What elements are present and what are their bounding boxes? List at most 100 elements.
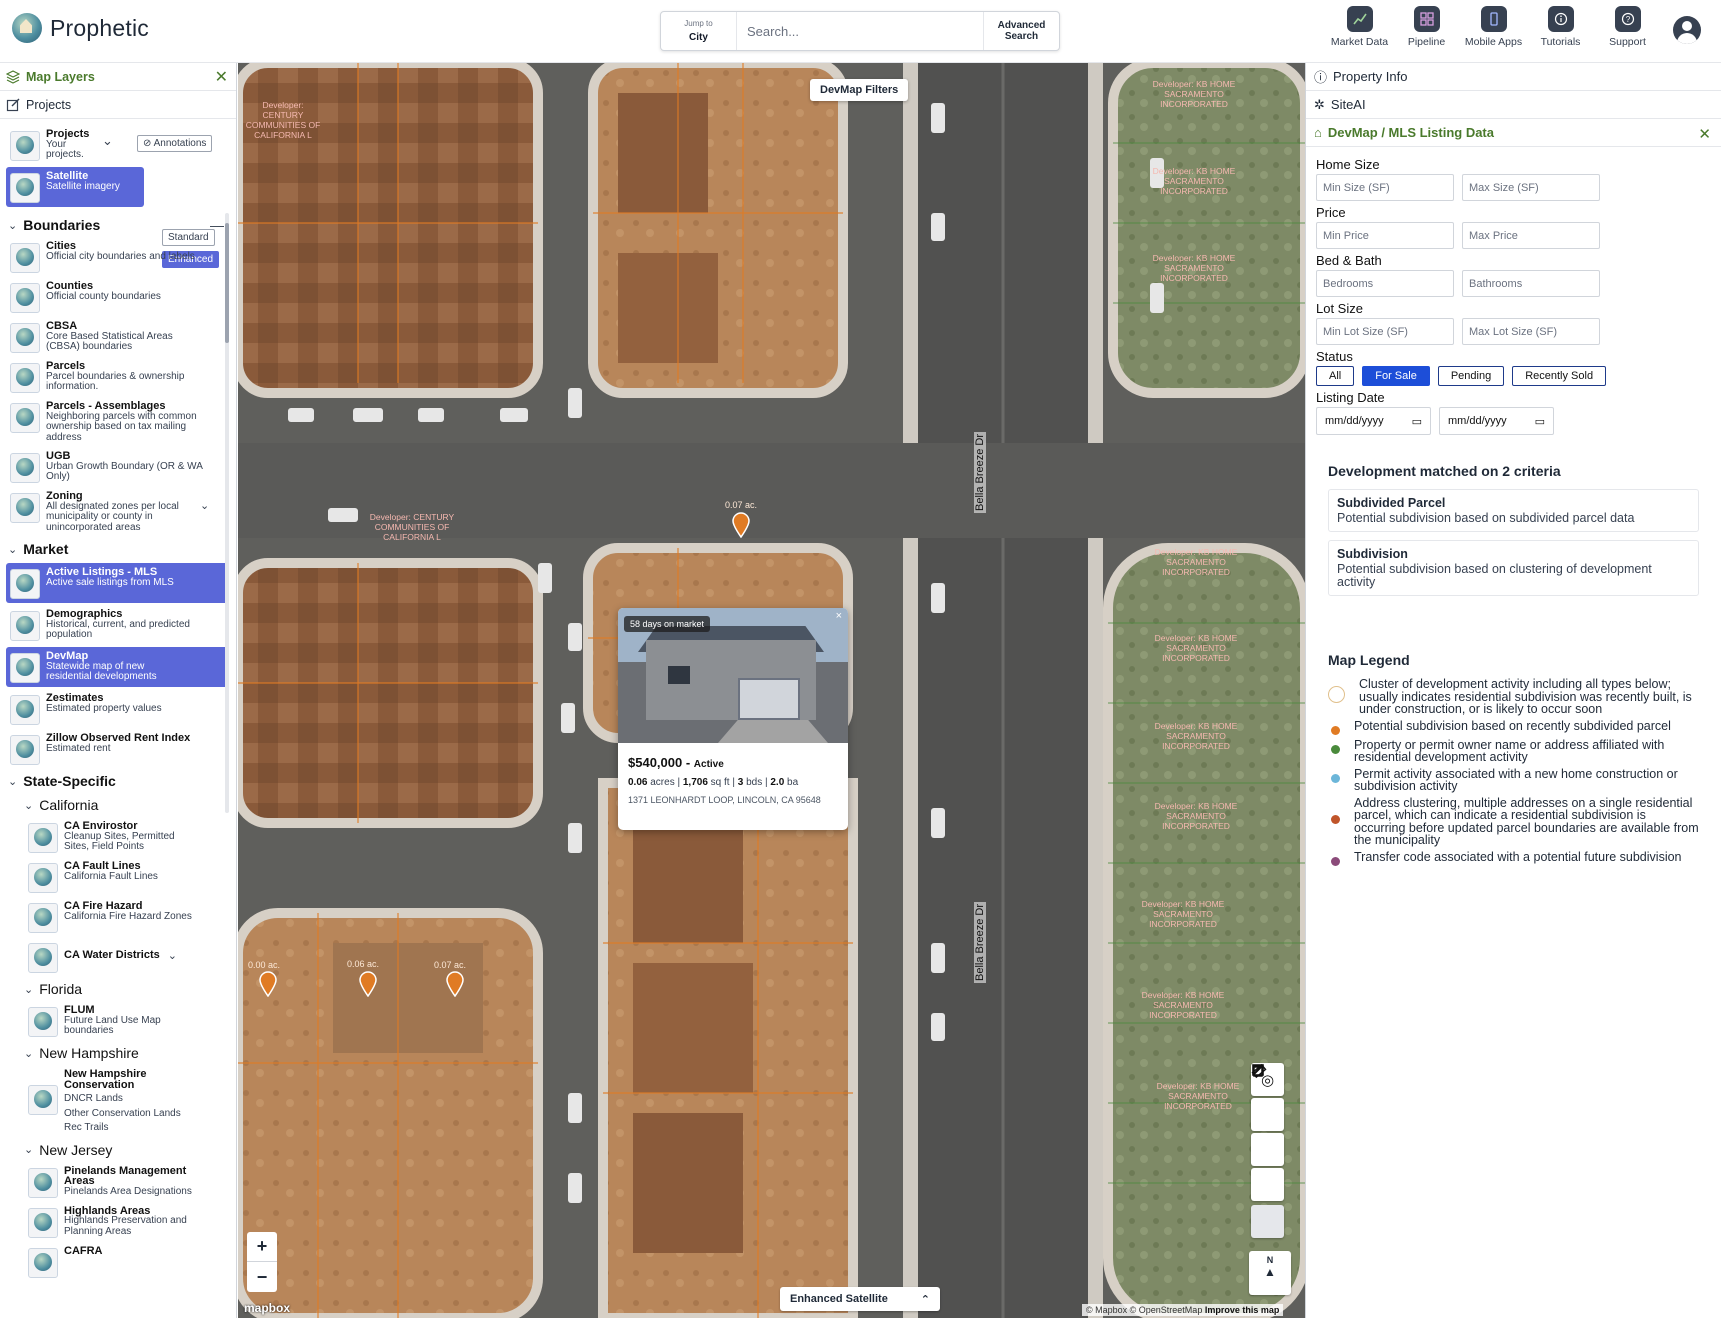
projects-header[interactable]: Projects <box>0 91 236 119</box>
layer-cities[interactable]: Cities Official city boundaries and label… <box>0 237 236 277</box>
zoom-out-button[interactable]: − <box>247 1262 277 1292</box>
max-size-input[interactable] <box>1462 174 1600 201</box>
map-tool-controls: ◎ <box>1251 1063 1287 1240</box>
layer-parcels[interactable]: Parcels Parcel boundaries & ownership inf… <box>0 357 236 397</box>
trash-icon[interactable] <box>1251 1065 1284 1201</box>
devmap-filters-button[interactable]: DevMap Filters <box>810 79 909 101</box>
layer-active-listings[interactable]: Active Listings - MLS Active sale listing… <box>6 563 228 603</box>
close-icon[interactable]: ✕ <box>1698 125 1711 143</box>
nav-label: Mobile Apps <box>1464 36 1523 48</box>
layer-name: Zestimates <box>46 692 104 704</box>
layer-devmap[interactable]: DevMap Statewide map of new residential d… <box>6 647 228 687</box>
draw-polygon-icon[interactable] <box>1251 1064 1284 1166</box>
section-state-specific[interactable]: ⌄ State-Specific <box>0 769 236 793</box>
status-for-sale-button[interactable]: For Sale <box>1362 366 1430 386</box>
chevron-down-icon[interactable]: ⌄ <box>102 133 113 149</box>
layer-desc: Official city boundaries and labels <box>46 250 195 262</box>
search-input[interactable] <box>737 12 983 50</box>
layer-pinelands[interactable]: Pinelands Management Areas Pinelands Area… <box>0 1162 236 1202</box>
layer-zori[interactable]: Zillow Observed Rent Index Estimated rent <box>0 729 236 769</box>
section-new-hampshire[interactable]: ⌄ New Hampshire <box>0 1041 236 1065</box>
map-canvas[interactable]: 0.07 ac. 0.00 ac. 0.06 ac. 0.07 ac. Deve… <box>238 63 1305 1318</box>
max-lot-input[interactable] <box>1462 318 1600 345</box>
popup-close-icon[interactable]: × <box>836 610 842 622</box>
improve-map-link[interactable]: Improve this map <box>1205 1305 1280 1315</box>
chevron-down-icon[interactable]: ⌄ <box>168 949 177 962</box>
layer-cafra[interactable]: CAFRA <box>0 1242 236 1282</box>
listing-date-to[interactable]: mm/dd/yyyy ▭ <box>1439 407 1554 435</box>
sidebar-scrollbar-thumb[interactable] <box>225 223 229 343</box>
advanced-search-button[interactable]: Advanced Search <box>983 12 1059 50</box>
layer-ca-fire-hazard[interactable]: CA Fire Hazard California Fire Hazard Zon… <box>0 897 236 937</box>
siteai-tab[interactable]: ✲ SiteAI <box>1306 91 1721 119</box>
mapbox-logo[interactable]: mapbox <box>244 1301 290 1315</box>
status-all-button[interactable]: All <box>1316 366 1355 386</box>
map-pin-icon[interactable] <box>731 512 751 538</box>
listing-date-from[interactable]: mm/dd/yyyy ▭ <box>1316 407 1431 435</box>
layer-satellite[interactable]: Satellite Satellite imagery <box>6 167 144 207</box>
min-lot-input[interactable] <box>1316 318 1454 345</box>
section-california[interactable]: ⌄ California <box>0 793 236 817</box>
layer-desc: Satellite imagery <box>46 180 120 192</box>
layer-flum[interactable]: FLUM Future Land Use Map boundaries <box>0 1001 236 1041</box>
layer-thumbnail <box>28 1085 58 1115</box>
devmap-listing-tab[interactable]: ⌂ DevMap / MLS Listing Data <box>1306 119 1721 147</box>
layer-counties[interactable]: Counties Official county boundaries <box>0 277 236 317</box>
map-pin-icon[interactable] <box>445 971 465 997</box>
draw-line-icon[interactable] <box>1251 1064 1284 1131</box>
app-logo[interactable]: Prophetic <box>12 13 149 43</box>
listing-popup[interactable]: 58 days on market × $540,000 - Active 0.… <box>618 608 848 830</box>
chevron-down-icon[interactable]: ⌄ <box>200 499 209 512</box>
close-icon[interactable]: ✕ <box>215 67 228 87</box>
section-florida[interactable]: ⌄ Florida <box>0 977 236 1001</box>
max-price-input[interactable] <box>1462 222 1600 249</box>
layer-thumbnail <box>28 1007 58 1037</box>
basemap-selector[interactable]: Enhanced Satellite ⌃ <box>780 1287 940 1311</box>
bedrooms-input[interactable] <box>1316 270 1454 297</box>
layer-demographics[interactable]: Demographics Historical, current, and pre… <box>0 605 236 645</box>
layer-cbsa[interactable]: CBSA Core Based Statistical Areas (CBSA) … <box>0 317 236 357</box>
property-info-tab[interactable]: ⓘ Property Info <box>1306 63 1721 91</box>
developer-label: Developer: KB HOME SACRAMENTO INCORPORAT… <box>1152 166 1236 196</box>
compass-control[interactable]: N ▲ <box>1249 1251 1291 1295</box>
legend-swatch <box>1331 725 1340 735</box>
map-pin-icon[interactable] <box>358 971 378 997</box>
section-market[interactable]: ⌄ Market <box>0 537 236 561</box>
nav-support[interactable]: ? Support <box>1594 6 1661 48</box>
layer-ca-water-districts[interactable]: CA Water Districts ⌄ <box>0 937 236 977</box>
bathrooms-input[interactable] <box>1462 270 1600 297</box>
layer-zoning[interactable]: Zoning All designated zones per local mun… <box>0 487 236 537</box>
measure-icon[interactable] <box>1251 1063 1284 1238</box>
nh-sub-dncr[interactable]: DNCR Lands <box>64 1093 181 1105</box>
min-size-input[interactable] <box>1316 174 1454 201</box>
nav-mobile-apps[interactable]: Mobile Apps <box>1460 6 1527 48</box>
zoom-in-button[interactable]: + <box>247 1232 277 1262</box>
jump-to-select[interactable]: Jump to City <box>661 12 737 50</box>
layer-parcels-assemblages[interactable]: Parcels - Assemblages Neighboring parcels… <box>0 397 236 447</box>
layer-ugb[interactable]: UGB Urban Growth Boundary (OR & WA Only) <box>0 447 236 487</box>
map-pin-icon[interactable] <box>258 971 278 997</box>
legend-swatch <box>1331 856 1340 866</box>
layer-thumbnail <box>10 735 40 765</box>
legend-text: Cluster of development activity includin… <box>1359 677 1692 716</box>
nav-pipeline[interactable]: Pipeline <box>1393 6 1460 48</box>
section-new-jersey[interactable]: ⌄ New Jersey <box>0 1138 236 1162</box>
layer-projects[interactable]: Projects Your projects. ⌄ ⊘ Annotations <box>0 125 236 165</box>
status-pending-button[interactable]: Pending <box>1437 366 1505 386</box>
layer-ca-envirostor[interactable]: CA Envirostor Cleanup Sites, Permitted Si… <box>0 817 236 857</box>
nh-sub-other[interactable]: Other Conservation Lands <box>64 1108 181 1120</box>
user-avatar[interactable] <box>1673 16 1701 44</box>
layer-name: Parcels <box>46 360 86 372</box>
chevron-down-icon: ⌄ <box>8 219 18 232</box>
nav-tutorials[interactable]: Tutorials <box>1527 6 1594 48</box>
min-price-input[interactable] <box>1316 222 1454 249</box>
layer-ca-fault-lines[interactable]: CA Fault Lines California Fault Lines <box>0 857 236 897</box>
layer-nh-conservation[interactable]: New Hampshire Conservation DNCR Lands Ot… <box>0 1065 236 1138</box>
status-recently-sold-button[interactable]: Recently Sold <box>1512 366 1607 386</box>
chart-icon <box>1346 6 1373 32</box>
annotations-button[interactable]: ⊘ Annotations <box>137 135 213 152</box>
layer-highlands[interactable]: Highlands Areas Highlands Preservation an… <box>0 1202 236 1242</box>
nh-sub-trails[interactable]: Rec Trails <box>64 1122 181 1134</box>
layer-zestimates[interactable]: Zestimates Estimated property values <box>0 689 236 729</box>
nav-market-data[interactable]: Market Data <box>1326 6 1393 48</box>
